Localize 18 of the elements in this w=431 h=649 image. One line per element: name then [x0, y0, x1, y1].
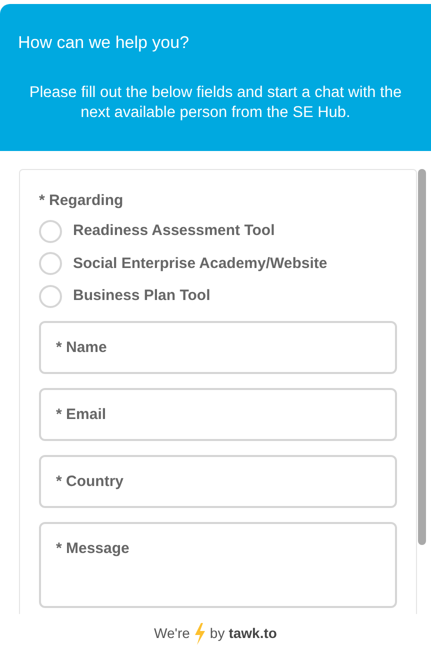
footer-text: by [210, 624, 225, 643]
brand-link[interactable]: tawk.to [228, 623, 277, 644]
lightning-icon [194, 622, 206, 644]
radio-option[interactable]: Business Plan Tool [39, 280, 397, 312]
footer-text: We're [154, 624, 190, 643]
header-subtitle: Please fill out the below fields and start a chat with the next available person from the SE Hub. [28, 83, 403, 123]
input-field[interactable]: * Name [39, 320, 397, 374]
input-field[interactable]: * Email [39, 388, 397, 440]
radio-option[interactable]: Social Enterprise Academy/Website [39, 248, 397, 280]
scrollbar[interactable] [418, 169, 426, 545]
radio-button[interactable] [39, 284, 62, 308]
input-field[interactable]: * Country [39, 454, 397, 508]
radio-button[interactable] [39, 252, 62, 276]
question-label: * Regarding [39, 191, 124, 211]
radio-option[interactable]: Readiness Assessment Tool [39, 215, 397, 248]
header-title: How can we help you? [18, 32, 190, 54]
radio-button[interactable] [39, 220, 62, 243]
message-field[interactable]: * Message [39, 522, 397, 608]
